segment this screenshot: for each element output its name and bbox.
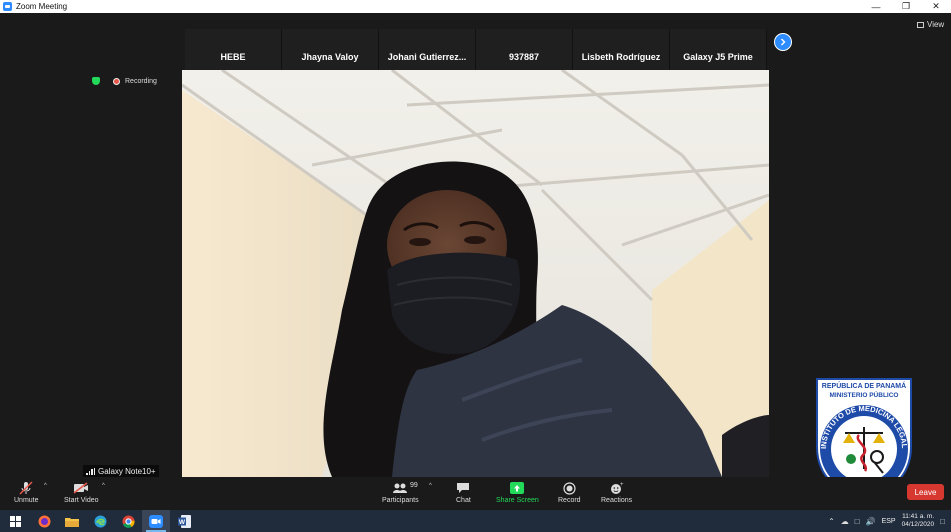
participants-options-chevron-up-icon[interactable]: ^ <box>429 483 432 489</box>
edge-icon <box>94 515 106 527</box>
participant-name: Lisbeth Rodríguez <box>581 52 661 62</box>
share-screen-icon <box>510 482 525 494</box>
notifications-icon[interactable]: □ <box>940 517 945 526</box>
file-explorer-icon <box>65 517 79 527</box>
clock-date: 04/12/2020 <box>901 521 935 528</box>
record-button[interactable]: Record <box>558 480 581 504</box>
muted-mic-icon <box>19 481 33 495</box>
chat-label: Chat <box>456 497 471 504</box>
clock[interactable]: 11:41 a. m. 04/12/2020 <box>902 513 935 529</box>
active-speaker-video <box>182 70 769 477</box>
firefox-icon <box>38 515 50 527</box>
svg-text:W: W <box>178 519 185 526</box>
record-icon <box>563 481 576 495</box>
close-icon[interactable]: ✕ <box>921 0 951 13</box>
next-page-button[interactable] <box>774 33 792 51</box>
reactions-button[interactable]: + Reactions <box>601 480 632 504</box>
audio-options-chevron-up-icon[interactable]: ^ <box>44 483 47 489</box>
signal-bars-icon <box>86 467 95 475</box>
svg-text:+: + <box>620 482 624 488</box>
participants-icon <box>393 483 408 493</box>
clock-time: 11:41 a. m. <box>902 513 935 520</box>
title-bar: Zoom Meeting — ❐ ✕ <box>0 0 951 13</box>
system-tray: ⌃ ☁ □ 🔊 ESP 11:41 a. m. 04/12/2020 □ <box>828 510 945 532</box>
word-icon: W <box>177 514 191 528</box>
start-video-button[interactable]: Start Video <box>64 480 99 504</box>
video-options-chevron-up-icon[interactable]: ^ <box>102 483 105 489</box>
video-off-icon <box>73 482 89 494</box>
record-label: Record <box>558 497 581 504</box>
grid-view-icon <box>917 21 924 28</box>
recording-indicator[interactable]: Recording <box>92 77 157 85</box>
input-language[interactable]: ESP <box>882 518 896 525</box>
speaker-name: Galaxy Note10+ <box>98 466 156 476</box>
reactions-icon: + <box>610 482 624 494</box>
zoom-app-icon <box>3 2 12 11</box>
recording-dot-icon <box>113 77 120 85</box>
minimize-icon[interactable]: — <box>861 0 891 13</box>
unmute-label: Unmute <box>14 497 39 504</box>
share-screen-label: Share Screen <box>496 497 539 504</box>
zoom-icon <box>149 514 163 528</box>
taskbar-firefox[interactable] <box>30 510 58 532</box>
active-speaker-label: Galaxy Note10+ <box>83 465 159 477</box>
start-icon <box>9 515 21 527</box>
chevron-right-icon <box>781 38 786 46</box>
view-button[interactable]: View <box>917 20 944 29</box>
volume-icon[interactable]: 🔊 <box>866 517 876 526</box>
view-label: View <box>927 20 945 29</box>
network-icon[interactable]: □ <box>855 517 860 526</box>
emblem-top-line-2: MINISTERIO PÚBLICO <box>830 390 899 399</box>
start-video-label: Start Video <box>64 497 99 504</box>
participant-name: Jhayna Valoy <box>301 52 359 62</box>
participant-count: 99 <box>410 482 418 489</box>
share-screen-button[interactable]: Share Screen <box>496 480 539 504</box>
show-hidden-icons-chevron-up-icon[interactable]: ⌃ <box>828 517 835 526</box>
reactions-label: Reactions <box>601 497 633 504</box>
chat-icon <box>457 483 470 493</box>
maximize-icon[interactable]: ❐ <box>891 0 921 13</box>
recording-label: Recording <box>125 77 157 85</box>
security-shield-icon <box>92 77 100 85</box>
meeting-toolbar: Unmute ^ Start Video ^ Participants 99 ^… <box>0 477 951 510</box>
chat-button[interactable]: Chat <box>456 480 471 504</box>
taskbar-word[interactable]: W <box>170 510 198 532</box>
participants-label: Participants <box>382 497 419 504</box>
start-button[interactable] <box>0 510 30 532</box>
emblem-top-line-1: REPÚBLICA DE PANAMÁ <box>822 381 906 390</box>
taskbar-zoom[interactable] <box>142 510 170 532</box>
chrome-icon <box>122 515 135 528</box>
participant-name: Johani Gutierrez... <box>387 52 467 62</box>
video-frame <box>182 70 769 477</box>
windows-taskbar: W ⌃ ☁ □ 🔊 ESP 11:41 a. m. 04/12/2020 □ <box>0 510 951 532</box>
taskbar-file-explorer[interactable] <box>58 510 86 532</box>
onedrive-icon[interactable]: ☁ <box>841 517 849 526</box>
window-controls: — ❐ ✕ <box>861 0 951 13</box>
unmute-button[interactable]: Unmute <box>14 480 39 504</box>
leave-button[interactable]: Leave <box>907 484 944 500</box>
participant-name: HEBE <box>220 52 246 62</box>
taskbar-chrome[interactable] <box>114 510 142 532</box>
participant-name: 937887 <box>508 52 540 62</box>
window-title: Zoom Meeting <box>16 2 68 11</box>
taskbar-edge[interactable] <box>86 510 114 532</box>
participant-name: Galaxy J5 Prime <box>683 52 753 62</box>
